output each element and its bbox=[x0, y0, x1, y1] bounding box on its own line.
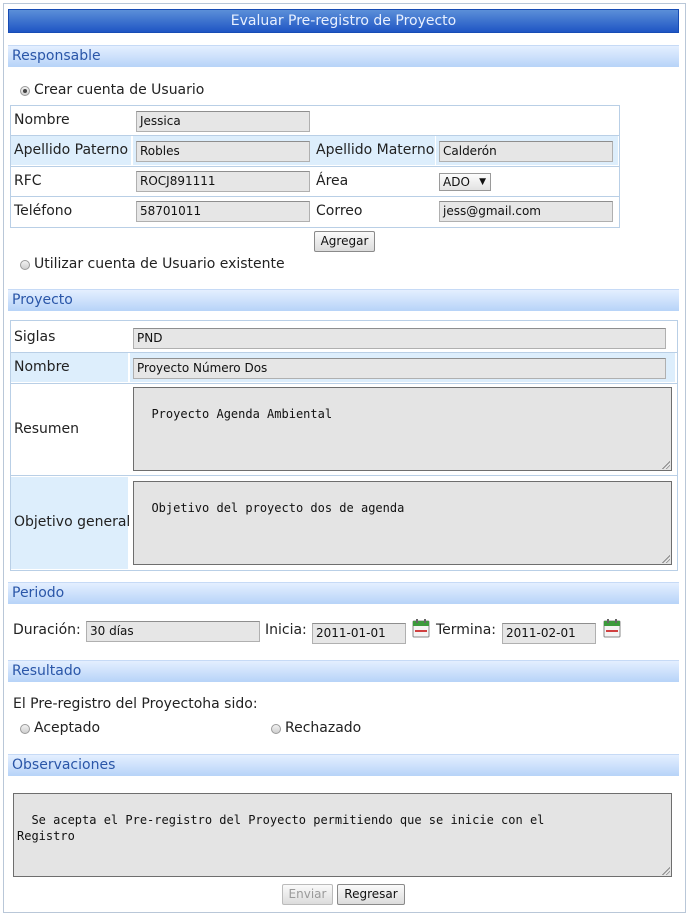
inicia-input[interactable]: 2011-01-01 bbox=[312, 623, 406, 644]
row-divider bbox=[11, 475, 677, 476]
apellido-paterno-input[interactable]: Robles bbox=[136, 141, 310, 162]
objetivo-label: Objetivo general bbox=[11, 477, 130, 569]
duracion-label: Duración: bbox=[13, 622, 81, 638]
termina-input[interactable]: 2011-02-01 bbox=[502, 623, 596, 644]
rfc-input[interactable]: ROCJ891111 bbox=[136, 171, 310, 192]
resultado-prompt: El Pre-registro del Proyectoha sido: bbox=[13, 696, 258, 712]
correo-input[interactable]: jess@gmail.com bbox=[439, 201, 613, 222]
radio-cuenta-existente[interactable] bbox=[20, 260, 30, 270]
radio-aceptado-label: Aceptado bbox=[34, 720, 101, 736]
duracion-input[interactable]: 30 días bbox=[86, 621, 260, 642]
radio-crear-cuenta[interactable] bbox=[20, 86, 30, 96]
area-select[interactable]: ADO ▼ bbox=[439, 173, 491, 191]
resize-grip-icon[interactable] bbox=[662, 555, 670, 563]
telefono-label: Teléfono bbox=[14, 203, 73, 219]
telefono-input[interactable]: 58701011 bbox=[136, 201, 310, 222]
section-responsable: Responsable bbox=[8, 45, 679, 67]
section-periodo: Periodo bbox=[8, 582, 679, 604]
row-divider bbox=[11, 383, 677, 384]
correo-label: Correo bbox=[316, 203, 363, 219]
resumen-textarea[interactable]: Proyecto Agenda Ambiental bbox=[133, 387, 672, 471]
area-label: Área bbox=[316, 173, 349, 189]
proyecto-nombre-label: Nombre bbox=[11, 353, 128, 382]
inicia-label: Inicia: bbox=[265, 622, 307, 638]
chevron-down-icon: ▼ bbox=[479, 177, 486, 187]
agregar-button[interactable]: Agregar bbox=[314, 231, 375, 252]
nombre-label: Nombre bbox=[14, 112, 70, 128]
rfc-label: RFC bbox=[14, 173, 42, 189]
nombre-input[interactable]: Jessica bbox=[136, 111, 310, 132]
siglas-label: Siglas bbox=[14, 329, 56, 345]
siglas-input[interactable]: PND bbox=[133, 328, 666, 349]
resize-grip-icon[interactable] bbox=[662, 867, 670, 875]
apellido-materno-input[interactable]: Calderón bbox=[439, 141, 613, 162]
calendar-icon[interactable] bbox=[603, 618, 621, 638]
apellido-paterno-label: Apellido Paterno bbox=[11, 136, 131, 165]
termina-label: Termina: bbox=[436, 622, 496, 638]
section-resultado: Resultado bbox=[8, 660, 679, 682]
proyecto-nombre-input[interactable]: Proyecto Número Dos bbox=[133, 358, 666, 379]
resumen-text: Proyecto Agenda Ambiental bbox=[151, 407, 333, 421]
objetivo-textarea[interactable]: Objetivo del proyecto dos de agenda bbox=[133, 481, 672, 565]
resumen-label: Resumen bbox=[14, 421, 80, 437]
radio-rechazado[interactable] bbox=[271, 724, 281, 734]
radio-rechazado-label: Rechazado bbox=[285, 720, 362, 736]
observaciones-textarea[interactable]: Se acepta el Pre-registro del Proyecto p… bbox=[13, 793, 672, 877]
objetivo-text: Objetivo del proyecto dos de agenda bbox=[151, 501, 405, 515]
radio-aceptado[interactable] bbox=[20, 724, 30, 734]
regresar-button[interactable]: Regresar bbox=[337, 884, 405, 905]
page-title: Evaluar Pre-registro de Proyecto bbox=[8, 9, 679, 33]
radio-cuenta-existente-label: Utilizar cuenta de Usuario existente bbox=[34, 256, 285, 272]
section-proyecto: Proyecto bbox=[8, 289, 679, 311]
section-observaciones: Observaciones bbox=[8, 754, 679, 776]
enviar-button[interactable]: Enviar bbox=[282, 884, 333, 905]
radio-crear-cuenta-label: Crear cuenta de Usuario bbox=[34, 82, 205, 98]
resize-grip-icon[interactable] bbox=[662, 461, 670, 469]
area-select-value: ADO bbox=[443, 175, 470, 189]
calendar-icon[interactable] bbox=[412, 618, 430, 638]
apellido-materno-label: Apellido Materno bbox=[313, 136, 435, 165]
observaciones-text: Se acepta el Pre-registro del Proyecto p… bbox=[17, 813, 545, 843]
